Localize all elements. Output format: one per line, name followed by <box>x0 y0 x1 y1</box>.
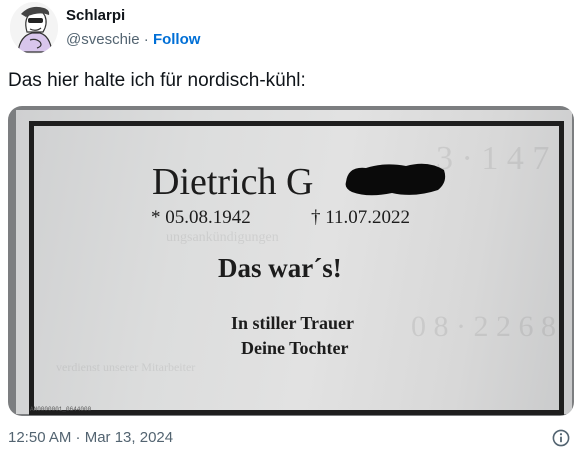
author-name[interactable]: Schlarpi <box>66 7 125 24</box>
mourning-line-2: Deine Tochter <box>241 338 349 358</box>
mourning-line-1: In stiller Trauer <box>231 313 354 333</box>
tweet-header: Schlarpi @sveschie · Follow <box>8 0 574 60</box>
print-code: AN0000001_0644000 <box>30 406 92 413</box>
redaction-mark <box>345 163 446 196</box>
author-handle-line: @sveschie · Follow <box>66 31 200 48</box>
tweet-timestamp[interactable]: 12:50 AM · Mar 13, 2024 <box>8 429 173 446</box>
avatar-illustration-icon <box>10 2 58 54</box>
birth-date: * 05.08.1942 <box>151 207 251 228</box>
newspaper-clipping: 3 · 1 4 7 ungsankündigungen 0 8 · 2 2 6 … <box>16 110 572 415</box>
deceased-name: Dietrich G <box>152 161 314 203</box>
follow-button[interactable]: Follow <box>153 31 201 48</box>
tweet-photo[interactable]: 3 · 1 4 7 ungsankündigungen 0 8 · 2 2 6 … <box>8 106 574 416</box>
tweet-text: Das hier halte ich für nordisch-kühl: <box>8 70 306 91</box>
info-icon[interactable] <box>552 429 570 447</box>
obituary-headline: Das war´s! <box>218 253 342 283</box>
author-handle[interactable]: @sveschie <box>66 31 140 48</box>
handle-separator: · <box>139 31 153 48</box>
death-date: † 11.07.2022 <box>311 207 411 228</box>
avatar[interactable] <box>10 2 58 54</box>
